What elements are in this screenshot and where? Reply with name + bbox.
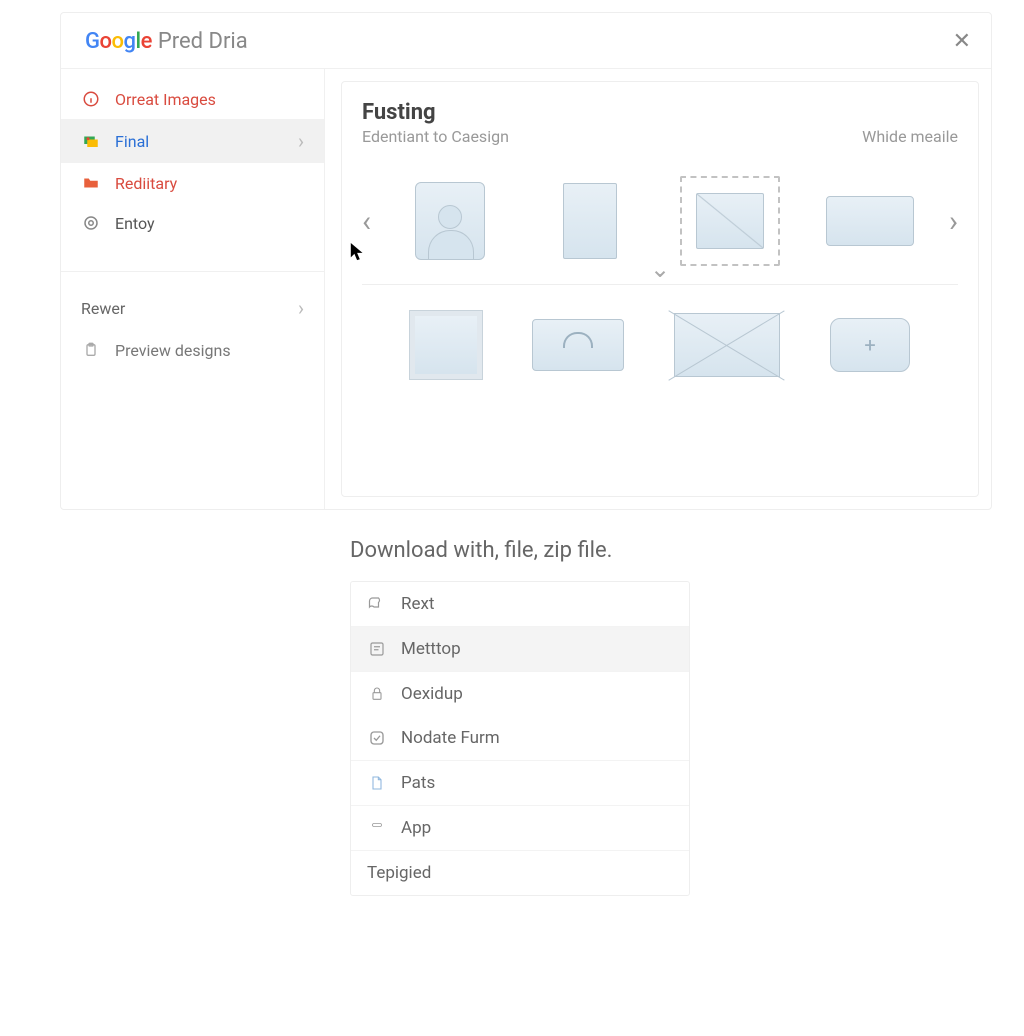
close-icon[interactable]: ✕: [953, 29, 971, 54]
content-subtitle: Edentiant to Caesign: [362, 127, 509, 146]
file-icon: [367, 773, 387, 793]
download-item-pats[interactable]: Pats: [351, 761, 689, 806]
list-icon: [367, 639, 387, 659]
template-envelope[interactable]: [674, 313, 780, 377]
dialog-header: Google Pred Dria ✕: [61, 13, 991, 69]
download-item-label: Rext: [401, 594, 435, 614]
template-row-2: +: [362, 311, 958, 379]
sidebar-item-preview-designs[interactable]: Preview designs: [61, 330, 324, 370]
template-gallery: ‹ ›: [362, 176, 958, 266]
chevron-right-icon: ›: [298, 129, 304, 153]
sidebar-item-final[interactable]: Final ›: [61, 119, 324, 163]
check-square-icon: [367, 728, 387, 748]
template-framed[interactable]: [410, 311, 482, 379]
folder-icon: [81, 173, 101, 193]
download-item-tepigied[interactable]: Tepigied: [351, 851, 689, 895]
sidebar-item-orreat-images[interactable]: Orreat Images: [61, 79, 324, 119]
template-profile[interactable]: [400, 176, 500, 266]
download-item-oexidup[interactable]: Oexidup: [351, 672, 689, 716]
download-item-app[interactable]: App: [351, 806, 689, 851]
download-item-label: Tepigied: [367, 863, 431, 883]
download-item-label: Oexidup: [401, 684, 463, 704]
main-dialog: Google Pred Dria ✕ Orreat Images Final ›: [60, 12, 992, 510]
sidebar-item-label: Orreat Images: [115, 90, 216, 109]
image-stack-icon: [81, 131, 101, 151]
sidebar-item-rediitary[interactable]: Rediitary: [61, 163, 324, 203]
gallery-next[interactable]: ›: [949, 204, 958, 239]
puzzle-icon: [367, 594, 387, 614]
download-item-label: App: [401, 818, 431, 838]
template-add[interactable]: +: [830, 318, 910, 372]
template-landscape-selected[interactable]: [680, 176, 780, 266]
download-item-nodate-furm[interactable]: Nodate Furm: [351, 716, 689, 761]
download-item-metttop[interactable]: Metttop: [351, 627, 689, 672]
sidebar: Orreat Images Final › Rediitary Entoy: [61, 69, 325, 509]
spiral-icon: [81, 213, 101, 233]
template-wide[interactable]: [820, 176, 920, 266]
download-item-label: Metttop: [401, 639, 461, 659]
chevron-right-icon: ›: [298, 296, 304, 320]
info-icon: [81, 89, 101, 109]
pill-icon: [367, 818, 387, 838]
download-section: Download with, file, zip file. Rext Mett…: [350, 538, 690, 896]
download-item-label: Pats: [401, 773, 435, 793]
gallery-prev[interactable]: ‹: [362, 204, 371, 239]
sidebar-item-label: Entoy: [115, 214, 155, 233]
download-item-rext[interactable]: Rext: [351, 582, 689, 627]
content-pane: Fusting Edentiant to Caesign Whide meail…: [341, 81, 979, 497]
sidebar-section-label: Rewer: [81, 299, 125, 318]
content-title: Fusting: [362, 100, 509, 125]
sidebar-item-label: Preview designs: [115, 341, 231, 360]
sidebar-item-label: Final: [115, 132, 149, 151]
sidebar-item-label: Rediitary: [115, 174, 177, 193]
google-logo: Google: [85, 29, 152, 54]
lock-icon: [367, 684, 387, 704]
content-right-hint: Whide meaile: [862, 127, 958, 146]
sidebar-item-entoy[interactable]: Entoy: [61, 203, 324, 243]
template-portrait[interactable]: [540, 176, 640, 266]
download-heading: Download with, file, zip file.: [350, 538, 690, 563]
sidebar-section-rewer[interactable]: Rewer ›: [61, 286, 324, 330]
chevron-down-icon[interactable]: ⌄: [650, 255, 670, 283]
download-menu: Rext Metttop Oexidup Nodate Furm Pats: [350, 581, 690, 896]
template-camera[interactable]: [532, 319, 624, 371]
download-item-label: Nodate Furm: [401, 728, 500, 748]
clipboard-icon: [81, 340, 101, 360]
dialog-title: Pred Dria: [158, 29, 248, 54]
